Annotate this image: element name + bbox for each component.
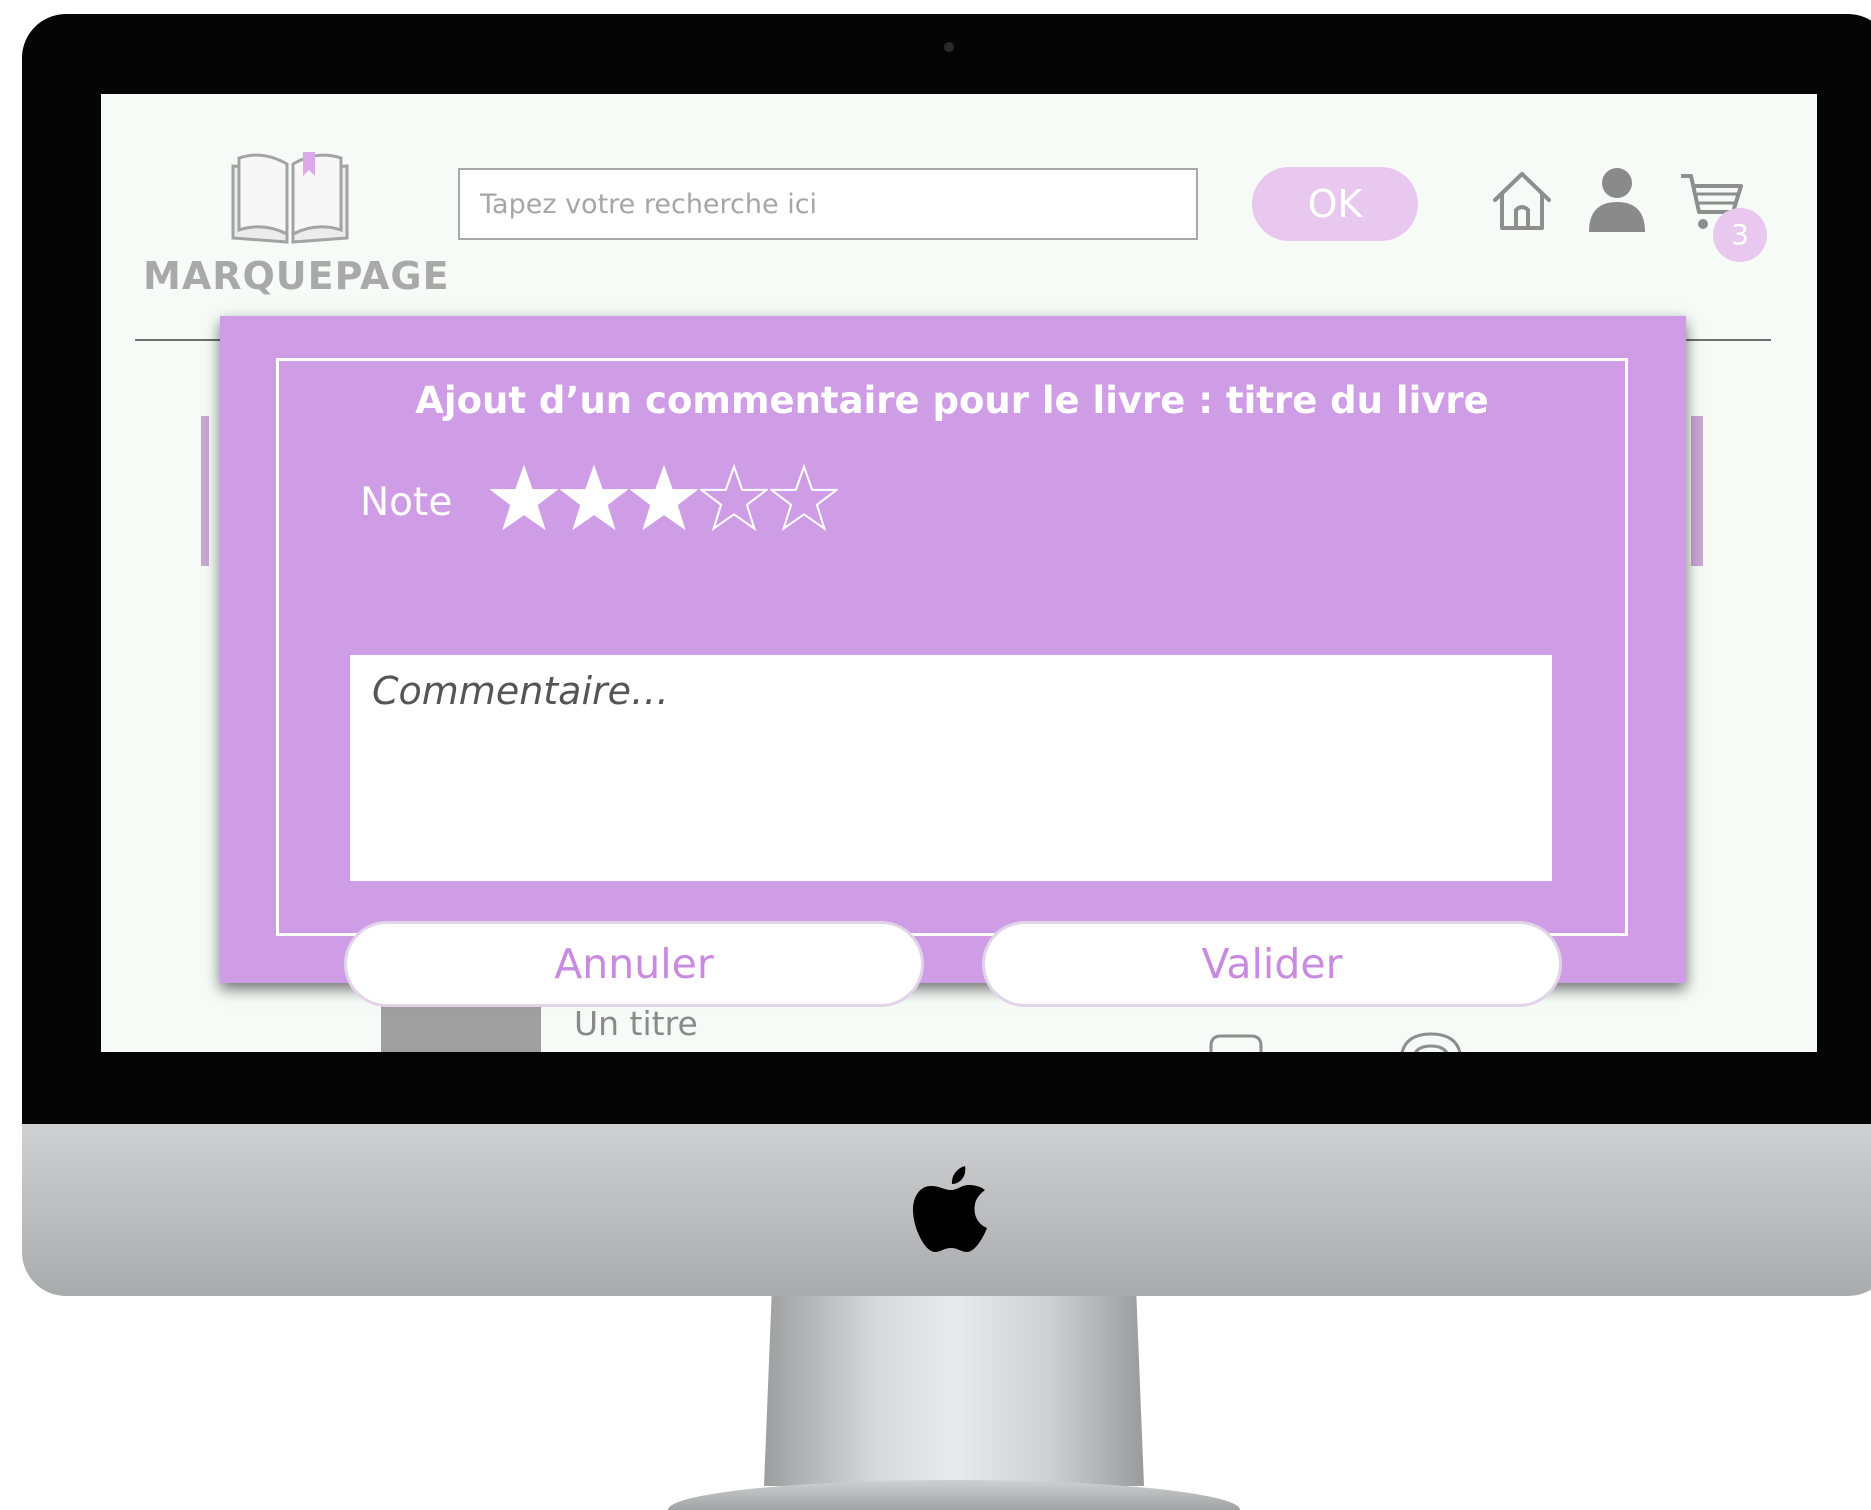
star-rating[interactable] (490, 464, 838, 534)
monitor-stand (764, 1296, 1144, 1486)
book-item-title[interactable]: Un titre (574, 1004, 698, 1043)
user-icon[interactable] (1587, 166, 1647, 232)
logo-text[interactable]: MarquePage (143, 254, 449, 298)
comment-textarea[interactable] (350, 655, 1552, 881)
dialog-title: Ajout d’un commentaire pour le livre : t… (415, 379, 1489, 422)
cart-count-badge[interactable]: 3 (1713, 208, 1767, 262)
cancel-button[interactable]: Annuler (344, 921, 924, 1007)
rating-label: Note (360, 480, 453, 525)
star-icon[interactable] (700, 464, 768, 532)
search-ok-button[interactable]: OK (1252, 167, 1418, 241)
background-panel-edge (1691, 416, 1703, 566)
home-icon[interactable] (1489, 168, 1555, 234)
camera (944, 42, 954, 52)
background-action-icons (1209, 1032, 1462, 1052)
monitor-stand-base (668, 1480, 1240, 1510)
star-icon[interactable] (560, 464, 628, 532)
add-comment-dialog: Ajout d’un commentaire pour le livre : t… (220, 316, 1686, 1007)
star-icon[interactable] (770, 464, 838, 532)
star-icon[interactable] (630, 464, 698, 532)
background-panel-edge (201, 416, 209, 566)
screen: MarquePage OK 3 Un titre Ajout d’un comm… (101, 94, 1817, 1052)
search-input[interactable] (458, 168, 1198, 240)
star-icon[interactable] (490, 464, 558, 532)
validate-button[interactable]: Valider (982, 921, 1562, 1007)
apple-logo-icon (913, 1166, 987, 1252)
book-logo-icon (231, 152, 349, 244)
